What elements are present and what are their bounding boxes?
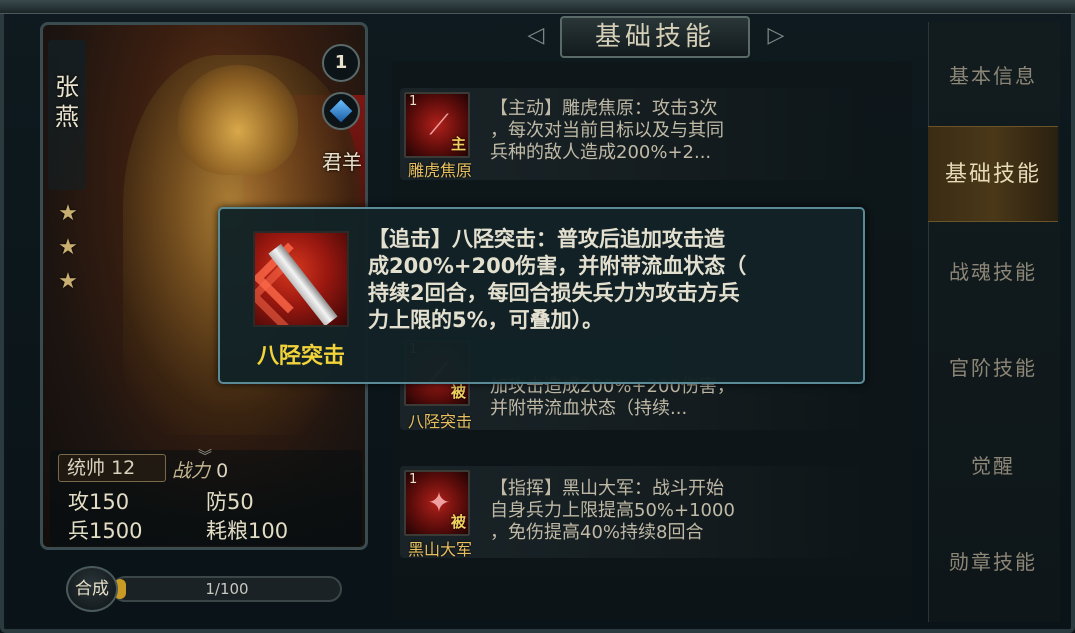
power-stat: 战力 0 [172,456,228,483]
troops-label: 兵 [68,519,89,543]
food-label: 耗粮 [206,519,248,543]
troop-type-icon [322,92,360,130]
troops-value: 1500 [89,519,143,543]
portrait-helmet [178,65,298,175]
troops-stat: 兵1500 [68,515,142,545]
tab-war-soul-skills[interactable]: 战魂技能 [928,224,1058,320]
hero-level-badge: 1 [322,44,360,82]
power-value: 0 [216,460,229,482]
skill-desc-line: 并附带流血状态（持续... [490,398,688,419]
skill-description: 【主动】雕虎焦原：攻击3次 ，每次对当前目标以及与其同 兵种的敌人造成200%+… [490,98,820,164]
food-stat: 耗粮100 [206,515,288,545]
skill-icon[interactable]: 1 ✦ 被 [404,470,470,536]
hero-faction: 君羊 [322,150,362,174]
command-label: 统帅 [67,457,106,479]
tooltip-skill-name: 八陉突击 [256,344,345,369]
tab-awaken[interactable]: 觉醒 [928,418,1058,514]
skill-desc-line: 【主动】雕虎焦原：攻击3次 [490,98,718,119]
defense-stat: 防50 [206,486,254,516]
attack-stat: 攻150 [68,486,129,516]
star-icon: ★ [58,201,78,226]
hero-name: 张燕 [55,73,79,131]
skill-type-tag: 主 [450,135,466,153]
skill-icon[interactable]: 1 ⟋ 主 [404,92,470,158]
defense-label: 防 [206,490,227,514]
tooltip-line: 力上限的5%，可叠加）。 [368,308,604,332]
tooltip-line: 【追击】八陉突击：普攻后追加攻击造 [368,227,725,251]
synthesize-progress-text: 1/100 [205,580,249,598]
skill-name: 雕虎焦原 [407,161,472,180]
skill-desc-line: 兵种的敌人造成200%+2... [490,142,712,163]
skill-level: 1 [409,94,418,109]
skill-type-tag: 被 [450,383,466,401]
tooltip-description: 【追击】八陉突击：普攻后追加攻击造 成200%+200伤害，并附带流血状态（ 持… [368,226,838,334]
title-ornament-left-icon: ◁ [527,23,545,48]
skill-type-tag: 被 [450,513,466,531]
skill-desc-line: ，每次对当前目标以及与其同 [490,120,724,141]
tab-basic-info[interactable]: 基本信息 [928,28,1058,124]
star-icon: ★ [58,235,78,260]
food-value: 100 [248,519,289,543]
emblem-icon: ✦ [427,486,451,519]
sword-icon [253,231,349,327]
attack-value: 150 [89,490,130,514]
star-icon: ★ [58,269,78,294]
command-stat: 统帅 12 [58,454,166,482]
window-top-border [0,0,1075,14]
skill-desc-line: 自身兵力上限提高50%+1000 [490,500,735,521]
panel-title: 基础技能 [560,16,750,58]
attack-label: 攻 [68,490,89,514]
skill-level: 1 [409,472,418,487]
synthesize-button[interactable]: 合成 [66,566,118,612]
skill-description: 【指挥】黑山大军：战斗开始 自身兵力上限提高50%+1000 ，免伤提高40%持… [490,478,820,544]
skill-desc-line: ，免伤提高40%持续8回合 [490,522,704,543]
skill-name: 黑山大军 [407,540,472,559]
tab-rank-skills[interactable]: 官阶技能 [928,320,1058,416]
tab-medal-skills[interactable]: 勋章技能 [928,514,1058,610]
tooltip-line: 持续2回合，每回合损失兵力为攻击方兵 [368,281,740,305]
claw-icon: ⟋ [429,108,449,141]
command-value: 12 [111,457,136,479]
title-ornament-right-icon: ▷ [767,23,785,48]
skill-desc-line: 【指挥】黑山大军：战斗开始 [490,478,724,499]
power-label: 战力 [172,460,211,482]
tab-basic-skills[interactable]: 基础技能 [928,126,1058,222]
skill-name: 八陉突击 [407,412,472,431]
defense-value: 50 [227,490,254,514]
tooltip-line: 成200%+200伤害，并附带流血状态（ [368,254,747,278]
